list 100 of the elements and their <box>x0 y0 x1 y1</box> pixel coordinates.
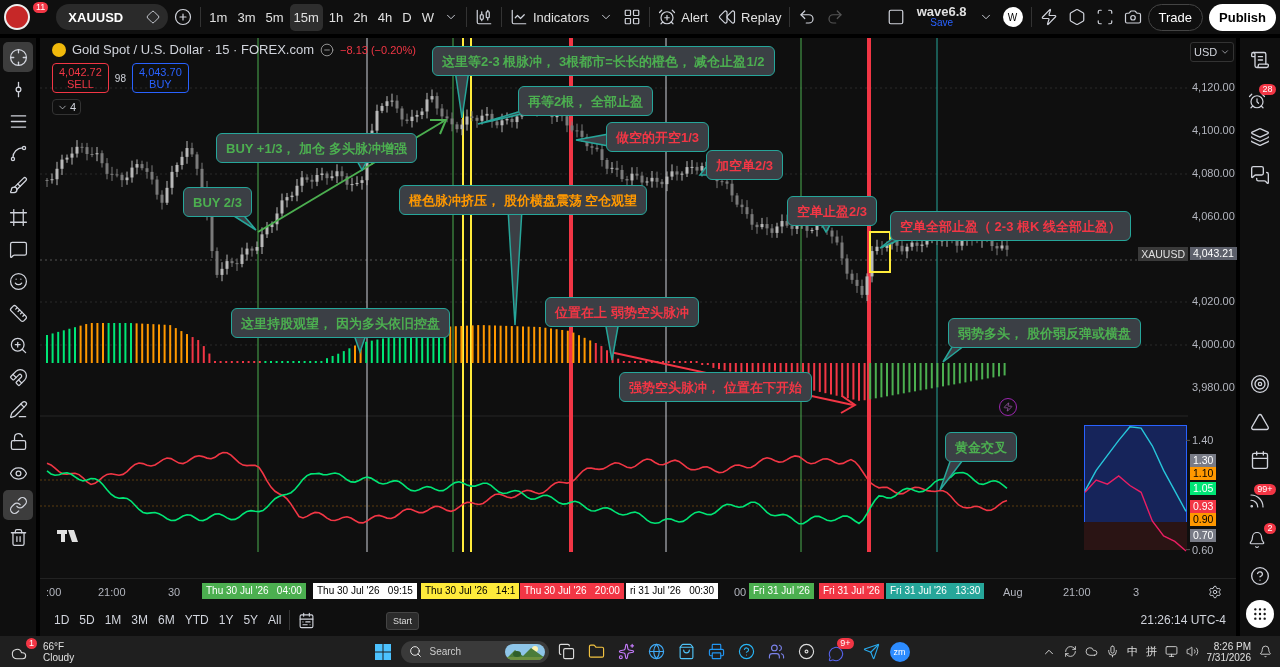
interval-button[interactable]: 3m <box>233 3 260 31</box>
input-method-button[interactable]: 中 <box>1126 644 1138 659</box>
range-button[interactable]: All <box>264 610 286 630</box>
time-marker: Thu 30 Jul '26 04:00 <box>202 583 306 599</box>
range-button[interactable]: 6M <box>154 610 179 630</box>
bell-button[interactable]: 2 <box>1244 523 1276 552</box>
alarm-clock-button[interactable]: 28 <box>1244 84 1276 113</box>
logo-icon <box>57 530 78 542</box>
highlight-rectangle <box>869 231 891 273</box>
chevron-down-icon[interactable] <box>1220 47 1230 57</box>
count-badge: 1 <box>26 638 37 649</box>
indicators-button[interactable]: Indicators <box>505 4 594 30</box>
time-marker: Thu 30 Jul '26 09:15 <box>313 583 417 599</box>
minus-circle-icon[interactable] <box>320 42 335 57</box>
search-field[interactable]: Search <box>400 640 549 663</box>
tooltip: Start <box>386 612 419 630</box>
chart-icon[interactable] <box>509 8 528 26</box>
alert-button[interactable]: Alert <box>654 4 712 30</box>
range-button[interactable]: 1M <box>100 610 126 630</box>
price-label: 4,100.00 <box>1192 124 1235 136</box>
collapse-button[interactable]: 4 <box>52 99 82 115</box>
symbol-search-button[interactable]: XAUUSD <box>56 4 169 30</box>
chart-title: Gold Spot / U.S. Dollar · 15 · FOREX.com <box>72 42 315 57</box>
bell-icon[interactable] <box>1259 645 1272 658</box>
count-badge: 11 <box>33 2 49 13</box>
interval-button[interactable]: D <box>398 3 416 31</box>
temperature-text: 66°F <box>43 640 66 652</box>
refresh-icon[interactable] <box>1063 645 1077 658</box>
range-button[interactable]: YTD <box>180 610 213 630</box>
interval-button[interactable]: 1h <box>324 3 348 31</box>
buy-button[interactable]: 4,043.70 BUY <box>131 63 189 93</box>
search-icon[interactable] <box>408 645 422 658</box>
time-label: 30 <box>168 586 181 598</box>
price-label: 4,080.00 <box>1192 167 1235 179</box>
time-label: 21:00 <box>98 586 126 598</box>
range-button[interactable]: 5Y <box>239 610 263 630</box>
save-link[interactable]: Save <box>930 17 953 28</box>
publish-button[interactable]: Publish <box>1209 3 1276 31</box>
coin-icon <box>52 42 66 57</box>
callout-text: 空单全部止盈（ 2-3 根K 线全部止盈） <box>900 219 1121 234</box>
value-label: 1.30 <box>1190 454 1217 467</box>
callout-text: 橙色脉冲挤压， 股价横盘震荡 空仓观望 <box>409 193 638 208</box>
alarm-clock-icon[interactable] <box>658 8 677 26</box>
callout-text: 这里等2-3 根脉冲， 3根都市=长长的橙色， 减仓止盈1/2 <box>442 54 765 69</box>
range-button[interactable]: 5D <box>75 610 99 630</box>
input-method-button[interactable]: 拼 <box>1145 644 1157 659</box>
interval-button[interactable]: 5m <box>261 3 288 31</box>
microphone-icon[interactable] <box>1105 645 1119 658</box>
callout-text: 加空单2/3 <box>716 158 774 173</box>
price-label: 4,020.00 <box>1192 295 1235 307</box>
replay-button[interactable]: Replay <box>714 4 786 30</box>
time-label: :00 <box>46 586 62 598</box>
sell-button[interactable]: 4,042.72 SELL <box>52 63 109 93</box>
time-marker: Fri 31 Jul '26 <box>819 583 884 599</box>
tick-label: 1.40 <box>1192 434 1214 448</box>
callout-text: 弱势多头， 股价弱反弹或横盘 <box>958 326 1131 341</box>
count-badge: 99+ <box>1254 484 1276 495</box>
callout-text: 做空的开空1/3 <box>616 130 700 145</box>
interval-button[interactable]: 2h <box>349 3 372 31</box>
time-marker: ri 31 Jul '26 00:30 <box>626 583 719 599</box>
cloud-icon[interactable] <box>11 646 27 662</box>
time-label: Aug <box>1003 586 1023 598</box>
grid-icon[interactable] <box>1252 606 1268 622</box>
taskbar-app-button[interactable]: 9+ <box>824 638 854 665</box>
range-button[interactable]: 1Y <box>214 610 238 630</box>
callout-text: 空单止盈2/3 <box>797 204 868 219</box>
layout-name[interactable]: wave6.8 <box>916 6 967 17</box>
rss-button[interactable]: 99+ <box>1244 484 1276 513</box>
user-avatar[interactable]: W <box>1002 7 1023 27</box>
time-label: 3 <box>1133 586 1140 598</box>
currency-select[interactable]: USD <box>1190 42 1234 62</box>
range-button[interactable]: 1D <box>50 610 74 630</box>
diamond-icon[interactable] <box>146 10 161 24</box>
monitor-icon[interactable] <box>1164 645 1178 658</box>
rss-icon[interactable] <box>1247 492 1266 510</box>
callout-text: 再等2根， 全部止盈 <box>528 94 643 109</box>
callout-text: 这里持股观望， 因为多头依旧控盘 <box>241 316 440 331</box>
interval-button[interactable]: W <box>417 3 438 31</box>
settings-icon[interactable] <box>1208 585 1222 599</box>
value-label: 0.93 <box>1190 500 1217 513</box>
weather-button[interactable]: 1 <box>8 638 37 665</box>
interval-button[interactable]: 4h <box>373 3 397 31</box>
interval-button[interactable]: 1m <box>205 3 232 31</box>
alarm-clock-icon[interactable] <box>1247 92 1266 110</box>
volume-icon[interactable] <box>1185 645 1199 658</box>
callout-text: 强势空头脉冲， 位置在下开始 <box>629 380 802 395</box>
rewind-icon[interactable] <box>718 8 736 26</box>
last-price-label: 4,043.21 <box>1190 247 1237 260</box>
cloud-icon[interactable] <box>1084 645 1098 658</box>
time-marker: Fri 31 Jul '26 <box>749 583 814 599</box>
value-label: 0.90 <box>1190 513 1217 526</box>
search-input[interactable]: Search <box>427 645 499 658</box>
value-label: 0.70 <box>1190 529 1217 542</box>
bell-icon[interactable] <box>1247 531 1266 549</box>
interval-button[interactable]: 15m <box>289 3 323 31</box>
price-change: −8.13 (−0.20%) <box>340 43 416 56</box>
price-label: 4,120.00 <box>1192 81 1235 93</box>
range-button[interactable]: 3M <box>127 610 153 630</box>
apps-button[interactable] <box>1246 600 1274 628</box>
avatar[interactable] <box>4 4 30 30</box>
